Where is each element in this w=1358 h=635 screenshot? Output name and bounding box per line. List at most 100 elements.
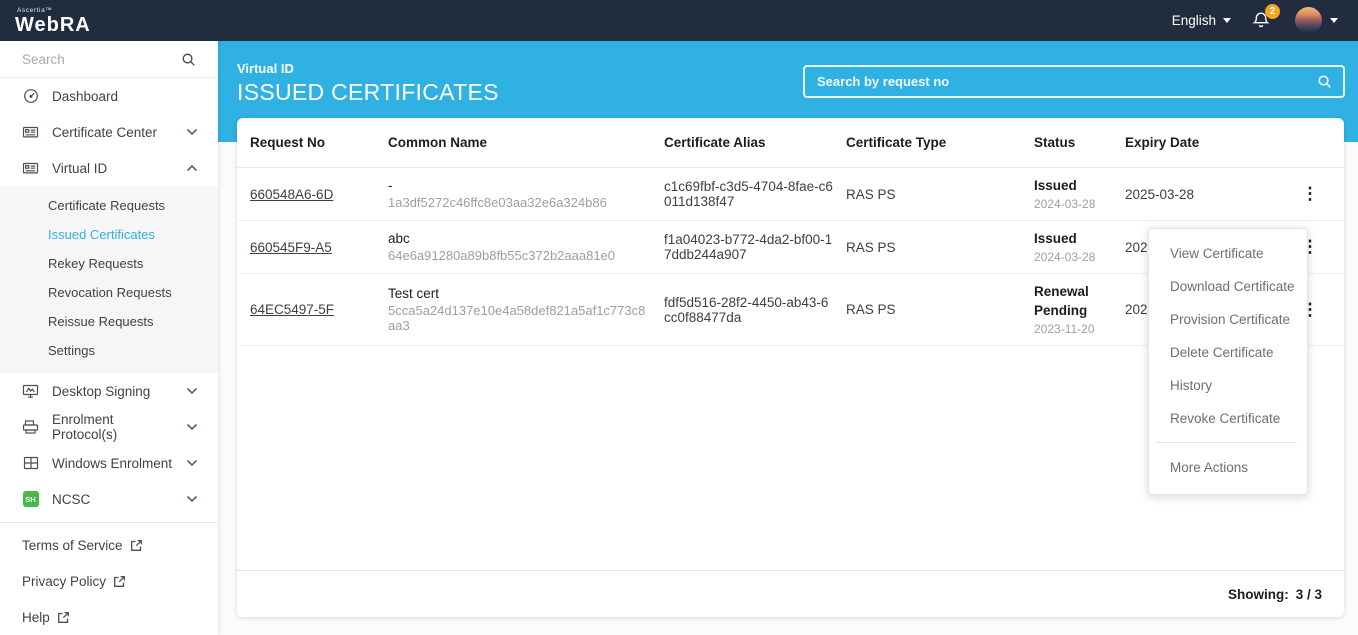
column-header: Expiry Date [1125, 135, 1288, 150]
table-search [803, 65, 1345, 98]
sidebar-nav: DashboardCertificate CenterVirtual IDCer… [0, 78, 218, 373]
sidebar-subitem-settings[interactable]: Settings [0, 336, 218, 365]
menu-item-more-actions[interactable]: More Actions [1149, 451, 1307, 484]
enrolment-protocol-icon [22, 419, 39, 435]
common-name-hash: 5cca5a24d137e10e4a58def821a5af1c773c8aa3 [388, 303, 652, 333]
sidebar-link-privacy-policy[interactable]: Privacy Policy [0, 563, 218, 599]
request-no-link[interactable]: 660548A6-6D [250, 187, 333, 202]
column-header: Certificate Type [846, 135, 1034, 150]
sidebar-nav-lower: Desktop Signing Enrolment Protocol(s) Wind… [0, 373, 218, 517]
notifications-button[interactable]: 2 [1251, 10, 1271, 31]
request-no-link[interactable]: 64EC5497-5F [250, 302, 334, 317]
column-header: Status [1034, 135, 1125, 150]
cell-certificate-alias: f1a04023-b772-4da2-bf00-17ddb244a907 [664, 232, 846, 262]
status-label: Renewal Pending [1034, 283, 1113, 319]
search-icon [181, 52, 196, 67]
breadcrumb: Virtual ID [237, 61, 499, 76]
external-link-icon [130, 539, 143, 552]
cell-status: Issued2024-03-28 [1034, 177, 1125, 211]
cell-request-no: 660545F9-A5 [237, 240, 388, 255]
table-row: 660548A6-6D - 1a3df5272c46ffc8e03aa32e6a32… [237, 168, 1344, 221]
cell-status: Renewal Pending 2023-11-20 [1034, 283, 1125, 335]
sidebar-item-label: Certificate Center [52, 125, 157, 140]
brand-name: WebRA [15, 15, 91, 35]
status-date: 2024-03-28 [1034, 250, 1113, 264]
sidebar-divider [0, 522, 218, 523]
menu-item-view-certificate[interactable]: View Certificate [1149, 237, 1307, 270]
sidebar-search [0, 41, 218, 78]
menu-item-download-certificate[interactable]: Download Certificate [1149, 270, 1307, 303]
cell-common-name: abc64e6a91280a89b8fb55c372b2aaa81e0 [388, 231, 664, 263]
chevron-down-icon [186, 495, 198, 503]
top-header: Ascertia™ WebRA English 2 [0, 0, 1358, 41]
row-actions-kebab-icon[interactable]: ⋮ [1288, 184, 1344, 204]
column-header: Certificate Alias [664, 135, 846, 150]
showing-label: Showing: [1228, 587, 1289, 602]
menu-item-delete-certificate[interactable]: Delete Certificate [1149, 336, 1307, 369]
sidebar-subitem-certificate-requests[interactable]: Certificate Requests [0, 191, 218, 220]
showing-value: 3 / 3 [1296, 587, 1322, 602]
chevron-down-icon [186, 128, 198, 136]
menu-item-revoke-certificate[interactable]: Revoke Certificate [1149, 402, 1307, 435]
virtual-id-icon [22, 160, 39, 176]
notification-badge: 2 [1265, 4, 1280, 19]
status-label: Issued [1034, 230, 1113, 248]
sidebar-link-terms-of-service[interactable]: Terms of Service [0, 527, 218, 563]
sidebar-link-help[interactable]: Help [0, 599, 218, 635]
user-menu[interactable] [1295, 7, 1338, 34]
sidebar-item-label: Enrolment Protocol(s) [52, 412, 173, 442]
cell-certificate-alias: fdf5d516-28f2-4450-ab43-6cc0f88477da [664, 295, 846, 325]
sidebar-subitem-reissue-requests[interactable]: Reissue Requests [0, 307, 218, 336]
status-label: Issued [1034, 177, 1113, 195]
chevron-down-icon [1330, 18, 1338, 23]
external-link-icon [57, 611, 70, 624]
sidebar-item-label: Windows Enrolment [52, 456, 172, 471]
sidebar-item-desktop-signing[interactable]: Desktop Signing [0, 373, 218, 409]
external-link-icon [113, 575, 126, 588]
common-name-hash: 64e6a91280a89b8fb55c372b2aaa81e0 [388, 248, 652, 263]
brand-small-text: Ascertia™ [17, 8, 91, 15]
sidebar-item-dashboard[interactable]: Dashboard [0, 78, 218, 114]
sidebar-footer-links: Terms of ServicePrivacy PolicyHelpAbout [0, 527, 218, 635]
table-header: Request NoCommon NameCertificate AliasCe… [237, 118, 1344, 168]
table-footer: Showing: 3 / 3 [237, 570, 1344, 617]
status-date: 2023-11-20 [1034, 322, 1113, 336]
sidebar-subitem-revocation-requests[interactable]: Revocation Requests [0, 278, 218, 307]
sidebar-item-label: Dashboard [52, 89, 118, 104]
sidebar-item-certificate-center[interactable]: Certificate Center [0, 114, 218, 150]
language-selector[interactable]: English [1172, 13, 1231, 28]
row-actions-menu: View CertificateDownload CertificateProv… [1148, 228, 1308, 495]
request-search-input[interactable] [805, 74, 1317, 89]
page-title: ISSUED CERTIFICATES [237, 79, 499, 106]
sidebar-item-ncsc[interactable]: SHNCSC [0, 481, 218, 517]
sidebar-subitem-issued-certificates[interactable]: Issued Certificates [0, 220, 218, 249]
cell-common-name: Test cert 5cca5a24d137e10e4a58def821a5af1… [388, 286, 664, 333]
sidebar-link-label: Help [22, 610, 50, 625]
common-name: - [388, 178, 652, 193]
cell-certificate-type: RAS PS [846, 302, 1034, 317]
menu-item-provision-certificate[interactable]: Provision Certificate [1149, 303, 1307, 336]
sidebar-item-virtual-id[interactable]: Virtual ID [0, 150, 218, 186]
cell-common-name: - 1a3df5272c46ffc8e03aa32e6a324b86 [388, 178, 664, 210]
chevron-down-icon [186, 423, 198, 431]
common-name-hash: 1a3df5272c46ffc8e03aa32e6a324b86 [388, 195, 652, 210]
sidebar-item-enrolment-protocol-s-[interactable]: Enrolment Protocol(s) [0, 409, 218, 445]
topbar-right: English 2 [1172, 7, 1338, 34]
sidebar-link-label: Privacy Policy [22, 574, 106, 589]
dashboard-icon [22, 88, 39, 104]
virtual-id-submenu: Certificate RequestsIssued CertificatesR… [0, 186, 218, 373]
cell-certificate-type: RAS PS [846, 240, 1034, 255]
chevron-up-icon [186, 164, 198, 172]
sidebar-subitem-rekey-requests[interactable]: Rekey Requests [0, 249, 218, 278]
menu-item-history[interactable]: History [1149, 369, 1307, 402]
search-icon[interactable] [1317, 74, 1332, 89]
cell-status: Issued 2024-03-28 [1034, 230, 1125, 264]
cell-request-no: 660548A6-6D [237, 187, 388, 202]
page-titles: Virtual ID ISSUED CERTIFICATES [237, 61, 499, 106]
certificate-center-icon [22, 124, 39, 140]
common-name: Test cert [388, 286, 652, 301]
avatar [1295, 7, 1322, 34]
sidebar-item-windows-enrolment[interactable]: Windows Enrolment [0, 445, 218, 481]
sidebar-item-label: Desktop Signing [52, 384, 150, 399]
request-no-link[interactable]: 660545F9-A5 [250, 240, 332, 255]
